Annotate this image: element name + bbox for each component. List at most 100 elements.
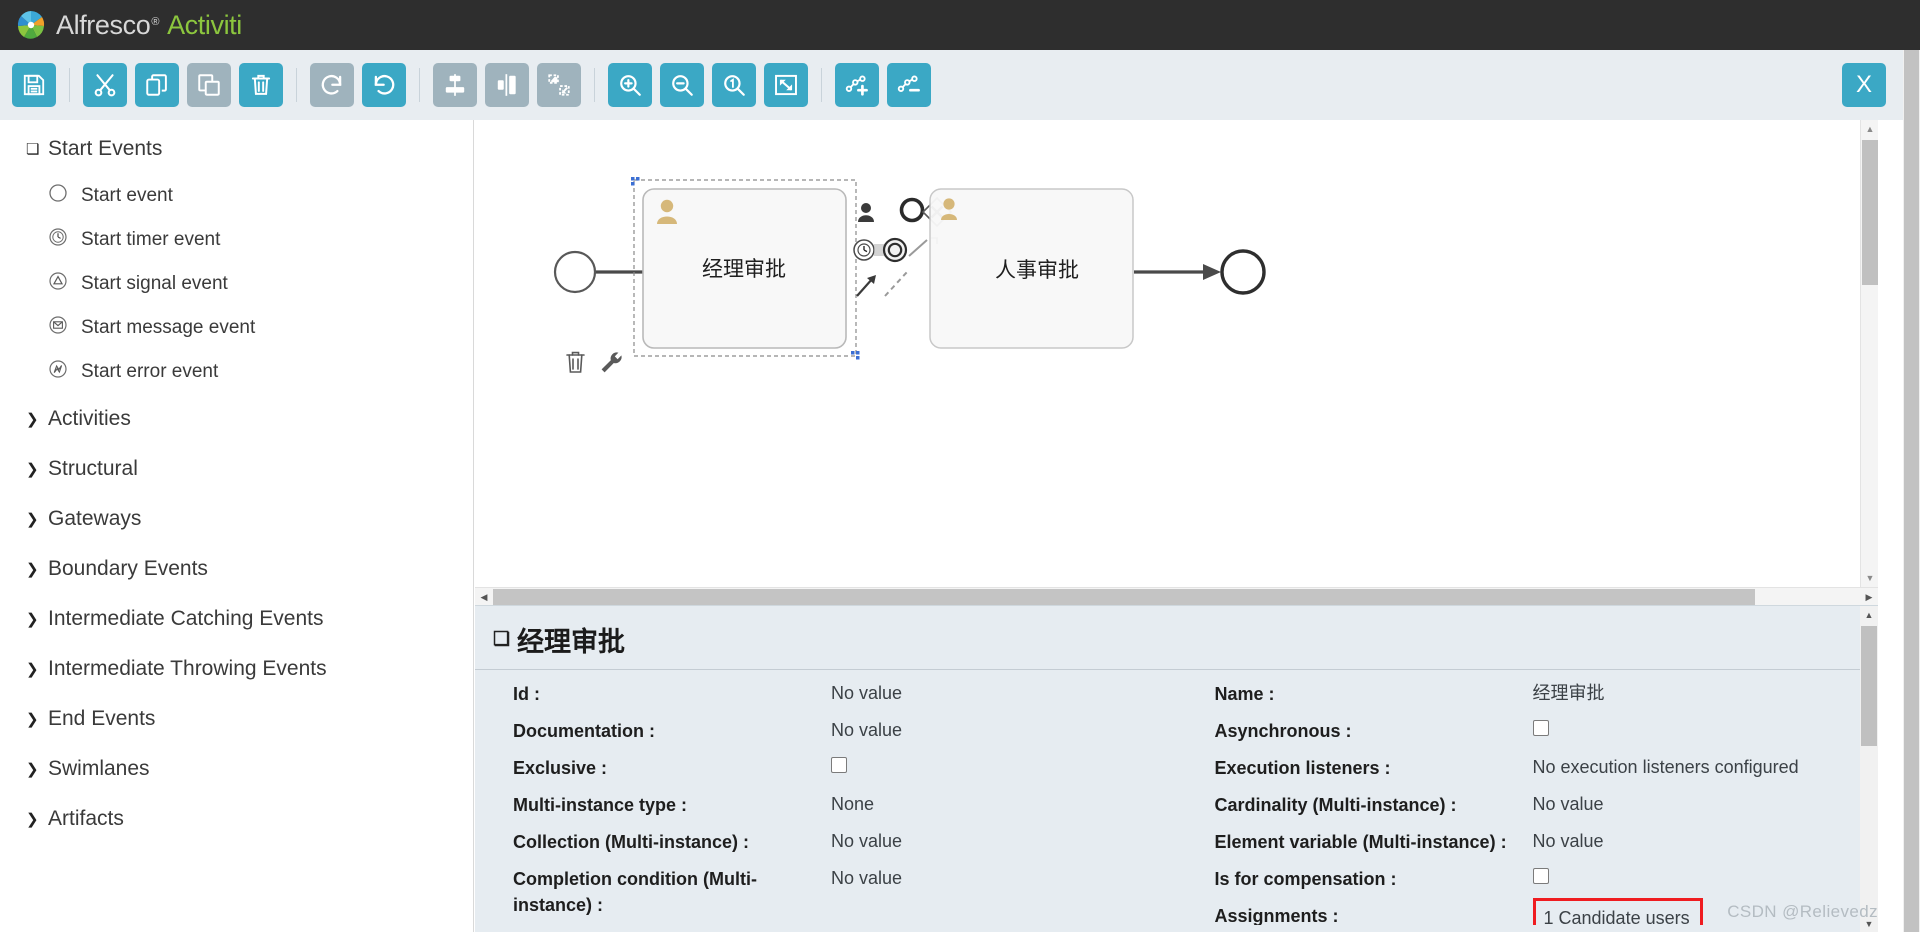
- is-for-compensation-checkbox[interactable]: [1532, 868, 1549, 884]
- property-value[interactable]: No execution listeners configured: [1533, 754, 1799, 780]
- property-label: Assignments :: [1214, 906, 1339, 925]
- property-row-collection: Collection (Multi-instance) : No value: [513, 828, 1177, 865]
- canvas-horizontal-scrollbar[interactable]: ◀ ▶: [475, 587, 1878, 605]
- quick-end-event-circle-icon: [899, 197, 925, 223]
- property-label: Element variable (Multi-instance) :: [1214, 832, 1507, 852]
- properties-header[interactable]: ❏ 经理审批: [475, 606, 1878, 670]
- palette-group-gateways[interactable]: ❯ Gateways: [0, 494, 473, 544]
- scroll-left-arrow-icon[interactable]: ◀: [475, 588, 493, 605]
- chevron-right-icon: ❯: [26, 661, 39, 678]
- property-label: Is for compensation :: [1214, 869, 1397, 889]
- same-size-button[interactable]: [537, 63, 581, 107]
- palette-group-boundary-events[interactable]: ❯ Boundary Events: [0, 544, 473, 594]
- zoom-out-button[interactable]: [660, 63, 704, 107]
- start-event-node: [553, 250, 597, 294]
- brand-primary: Alfresco: [56, 9, 151, 40]
- palette-item-start-timer-event[interactable]: Start timer event: [0, 218, 473, 262]
- property-value[interactable]: No value: [831, 717, 902, 743]
- property-label: Multi-instance type :: [513, 795, 688, 815]
- palette-group-activities[interactable]: ❯ Activities: [0, 394, 473, 444]
- property-label: Name :: [1214, 684, 1275, 704]
- palette-item-label: Start message event: [81, 317, 256, 338]
- close-editor-button[interactable]: X: [1842, 63, 1886, 107]
- exclusive-checkbox[interactable]: [831, 757, 847, 773]
- chevron-right-icon: ❯: [26, 411, 39, 428]
- chevron-right-icon: ❯: [26, 611, 39, 628]
- end-event-node: [1220, 249, 1266, 295]
- zoom-in-button[interactable]: [608, 63, 652, 107]
- delete-button[interactable]: [239, 63, 283, 107]
- page-vertical-scrollbar[interactable]: [1903, 50, 1920, 932]
- property-row-is-for-compensation: Is for compensation :: [1215, 865, 1879, 902]
- morph-shape-button: [601, 352, 622, 373]
- copy-button[interactable]: [135, 63, 179, 107]
- property-value[interactable]: None: [831, 791, 874, 817]
- palette-group-end-events[interactable]: ❯ End Events: [0, 694, 473, 744]
- asynchronous-checkbox[interactable]: [1532, 720, 1549, 736]
- chevron-right-icon: ❯: [26, 761, 39, 778]
- zoom-actual-size-button[interactable]: [712, 63, 756, 107]
- palette-group-label: Activities: [48, 407, 131, 430]
- property-value[interactable]: No value: [831, 828, 902, 854]
- palette-group-artifacts[interactable]: ❯ Artifacts: [0, 794, 473, 844]
- undo-button[interactable]: [362, 63, 406, 107]
- palette-item-start-error-event[interactable]: Start error event: [0, 350, 473, 394]
- paste-button[interactable]: [187, 63, 231, 107]
- page-vscroll-thumb[interactable]: [1904, 50, 1919, 932]
- palette-group-start-events[interactable]: ❏ Start Events: [0, 124, 473, 174]
- palette-item-start-signal-event[interactable]: Start signal event: [0, 262, 473, 306]
- palette-item-label: Start error event: [81, 361, 219, 382]
- scroll-up-arrow-icon[interactable]: ▲: [1860, 606, 1878, 624]
- property-value[interactable]: No value: [831, 680, 902, 706]
- align-horizontal-button[interactable]: [485, 63, 529, 107]
- scroll-right-arrow-icon[interactable]: ▶: [1860, 588, 1878, 605]
- zoom-fit-button[interactable]: [764, 63, 808, 107]
- canvas-vscroll-thumb[interactable]: [1862, 140, 1878, 285]
- chevron-right-icon: ❯: [26, 511, 39, 528]
- align-vertical-button[interactable]: [433, 63, 477, 107]
- save-button[interactable]: [12, 63, 56, 107]
- quick-terminate-end-icon: [874, 237, 908, 263]
- property-value[interactable]: No value: [1533, 828, 1604, 854]
- property-label: Exclusive :: [513, 758, 608, 778]
- quick-boundary-timer-icon: [853, 239, 875, 261]
- bpmn-canvas[interactable]: 经理审批 人事审批 ▲ ▼ ◀ ▶: [475, 120, 1878, 605]
- user-task-node-2-label: 人事审批: [995, 258, 1079, 282]
- properties-vertical-scrollbar[interactable]: ▲ ▼: [1860, 606, 1878, 932]
- signal-triangle-circle-icon: [48, 271, 68, 297]
- canvas-hscroll-thumb[interactable]: [493, 589, 1755, 605]
- palette-item-start-event[interactable]: Start event: [0, 174, 473, 218]
- assignments-value-highlight[interactable]: 1 Candidate users: [1532, 898, 1703, 925]
- editor-toolbar: X: [0, 50, 1920, 120]
- add-bendpoint-button[interactable]: [835, 63, 879, 107]
- property-value[interactable]: No value: [831, 865, 902, 891]
- scroll-down-arrow-icon[interactable]: ▼: [1860, 915, 1878, 932]
- palette-group-swimlanes[interactable]: ❯ Swimlanes: [0, 744, 473, 794]
- property-label: Id :: [513, 684, 540, 704]
- toolbar-separator: [419, 68, 420, 102]
- palette-group-intermediate-catching-events[interactable]: ❯ Intermediate Catching Events: [0, 594, 473, 644]
- property-value[interactable]: No value: [1533, 791, 1604, 817]
- canvas-vertical-scrollbar[interactable]: ▲ ▼: [1860, 120, 1878, 587]
- chevron-down-icon[interactable]: ❏: [493, 628, 510, 651]
- remove-bendpoint-button[interactable]: [887, 63, 931, 107]
- chevron-right-icon: ❯: [26, 711, 39, 728]
- property-value[interactable]: 经理审批: [1533, 680, 1605, 706]
- property-label: Documentation :: [513, 721, 655, 741]
- bpmn-diagram: 经理审批 人事审批: [553, 177, 1266, 373]
- properties-vscroll-thumb[interactable]: [1861, 626, 1877, 746]
- cut-button[interactable]: [83, 63, 127, 107]
- palette-group-label: Structural: [48, 457, 138, 480]
- palette-group-intermediate-throwing-events[interactable]: ❯ Intermediate Throwing Events: [0, 644, 473, 694]
- scroll-up-arrow-icon[interactable]: ▲: [1861, 120, 1878, 138]
- property-row-name: Name : 经理审批: [1215, 680, 1879, 717]
- property-row-completion-condition: Completion condition (Multi-instance) : …: [513, 865, 1177, 918]
- scroll-down-arrow-icon[interactable]: ▼: [1861, 569, 1878, 587]
- palette-group-structural[interactable]: ❯ Structural: [0, 444, 473, 494]
- brand-secondary: Activiti: [167, 9, 242, 40]
- stencil-palette: ❏ Start Events Start event Start timer e…: [0, 120, 474, 932]
- properties-left-column: Id : No value Documentation : No value E…: [475, 680, 1177, 925]
- palette-item-start-message-event[interactable]: Start message event: [0, 306, 473, 350]
- redo-button[interactable]: [310, 63, 354, 107]
- property-label: Completion condition (Multi-instance) :: [513, 869, 757, 916]
